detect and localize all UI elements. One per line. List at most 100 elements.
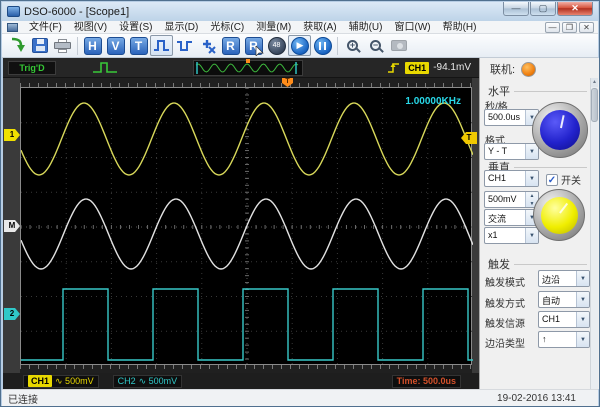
r-tile-icon: R — [221, 36, 240, 55]
trigger-cursor-button[interactable]: T — [127, 35, 150, 56]
play-icon: ▶ — [290, 36, 309, 55]
trigger-mode-select[interactable]: 边沿 ▼ — [538, 270, 590, 287]
menu-help[interactable]: 帮助(H) — [437, 21, 483, 34]
trigger-level-value: -94.1mV — [433, 62, 471, 73]
panel-scrollbar[interactable]: ▲ — [590, 78, 598, 389]
trigger-sweep-label: 触发方式 — [485, 299, 525, 310]
pulse-mode-button[interactable] — [150, 35, 173, 56]
window-title: DSO-6000 - [Scope1] — [24, 5, 130, 18]
utility-button[interactable]: 48 — [265, 35, 288, 56]
ch2-scale-readout: CH2 ∿ 500mV — [112, 374, 183, 388]
ch2-position-marker[interactable]: 2 — [4, 308, 20, 320]
connection-status: 已连接 — [8, 394, 38, 406]
channel-label-bar: CH1 ∿ 500mV CH2 ∿ 500mV Time: 500.0us — [3, 373, 479, 389]
t-tile-icon: T — [129, 36, 148, 55]
scrollbar-thumb[interactable] — [591, 88, 598, 122]
trigger-channel-badge: CH1 — [405, 61, 430, 74]
frequency-readout: 1.00000KHz — [405, 96, 461, 107]
horizontal-position-preview[interactable] — [193, 59, 303, 76]
toolbar: H V T R R 48 ▶ + − — [2, 34, 598, 58]
mdi-close-button[interactable]: ✕ — [579, 21, 594, 33]
math-position-marker[interactable]: M — [4, 220, 20, 232]
probe-select[interactable]: x1 ▼ — [484, 227, 539, 244]
zoom-in-button[interactable]: + — [341, 35, 364, 56]
waveform-grid: 1.00000KHz — [20, 87, 473, 366]
add-multiply-icon — [203, 39, 216, 54]
trigger-sweep-select[interactable]: 自动 ▼ — [538, 291, 590, 308]
menu-window[interactable]: 窗口(W) — [388, 21, 436, 34]
menu-settings[interactable]: 设置(S) — [113, 21, 158, 34]
scrollbar-up-arrow[interactable]: ▲ — [591, 78, 598, 87]
printer-icon — [54, 38, 71, 53]
import-button[interactable] — [5, 35, 28, 56]
scope-display: Trig'D CH1 -94.1mV T 1.00000KHz 1 M 2 T … — [3, 58, 479, 389]
secdiv-select[interactable]: 500.0us ▼ — [484, 109, 539, 126]
utility-circle-icon: 48 — [267, 36, 286, 55]
scope-info-bar: Trig'D CH1 -94.1mV — [3, 58, 479, 78]
pause-button[interactable] — [311, 35, 334, 56]
menu-measure[interactable]: 测量(M) — [250, 21, 297, 34]
trigger-section-title: 触发 — [488, 259, 510, 271]
trigger-mode-label: 触发模式 — [485, 278, 525, 289]
pause-icon — [313, 36, 332, 55]
vertical-knob[interactable] — [533, 189, 585, 241]
ch1-scale-readout: CH1 ∿ 500mV — [23, 374, 99, 388]
close-button[interactable]: ✕ — [557, 2, 593, 16]
edge-type-label: 边沿类型 — [485, 339, 525, 350]
mdi-minimize-button[interactable]: — — [545, 21, 560, 33]
horizontal-section-title: 水平 — [488, 86, 510, 98]
menu-bar: 文件(F) 视图(V) 设置(S) 显示(D) 光标(C) 测量(M) 获取(A… — [2, 21, 598, 34]
channel-select[interactable]: CH1 ▼ — [484, 170, 539, 187]
menu-display[interactable]: 显示(D) — [158, 21, 204, 34]
coupling-select[interactable]: 交流 ▼ — [484, 209, 539, 226]
math-button[interactable] — [196, 35, 219, 56]
zoom-in-icon: + — [347, 40, 358, 51]
toolbar-separator — [337, 36, 338, 55]
menu-utility[interactable]: 辅助(U) — [343, 21, 389, 34]
vertical-cursor-button[interactable]: V — [104, 35, 127, 56]
ch1-position-marker[interactable]: 1 — [4, 129, 20, 141]
edge-type-select[interactable]: ↑ ▼ — [538, 331, 590, 348]
camera-icon — [390, 40, 407, 51]
online-indicator[interactable] — [521, 61, 537, 77]
record-button[interactable]: R — [219, 35, 242, 56]
screenshot-button[interactable] — [387, 35, 410, 56]
pulse2-icon — [177, 41, 192, 51]
control-panel: 联机: 水平 秒/格 500.0us ▼ 格式 Y - T ▼ 垂直 CH1 ▼ ✓ … — [479, 58, 599, 389]
run-button[interactable]: ▶ — [288, 35, 311, 56]
hpos-center-marker — [246, 59, 250, 63]
minimize-button[interactable]: — — [503, 2, 529, 16]
format-select[interactable]: Y - T ▼ — [484, 143, 539, 160]
switch-checkbox[interactable]: ✓ — [546, 173, 558, 186]
v-tile-icon: V — [106, 36, 125, 55]
print-button[interactable] — [51, 35, 74, 56]
playback-button[interactable]: R — [242, 35, 265, 56]
horizontal-cursor-button[interactable]: H — [81, 35, 104, 56]
trigger-edge-icon — [388, 63, 400, 73]
datetime-status: 19-02-2016 13:41 — [497, 392, 576, 404]
horizontal-knob[interactable] — [532, 102, 588, 158]
floppy-icon — [31, 38, 48, 53]
menu-cursor[interactable]: 光标(C) — [204, 21, 250, 34]
pulse-icon — [154, 40, 169, 51]
mdi-restore-button[interactable]: ❐ — [562, 21, 577, 33]
trigger-source-select[interactable]: CH1 ▼ — [538, 311, 590, 328]
trigger-source-label: 触发信源 — [485, 319, 525, 330]
menu-view[interactable]: 视图(V) — [68, 21, 113, 34]
maximize-button[interactable]: ▢ — [530, 2, 556, 16]
zoom-out-button[interactable]: − — [364, 35, 387, 56]
menu-acquire[interactable]: 获取(A) — [297, 21, 342, 34]
r-cursor-tile-icon: R — [244, 36, 264, 56]
save-button[interactable] — [28, 35, 51, 56]
pulse-mode2-button[interactable] — [173, 35, 196, 56]
ch1-badge: CH1 — [28, 375, 53, 387]
menu-file[interactable]: 文件(F) — [23, 21, 68, 34]
timebase-readout: Time: 500.0us — [391, 374, 461, 388]
volts-per-div-spinner[interactable]: 500mV ▲ ▼ — [484, 191, 539, 208]
status-bar: 已连接 19-02-2016 13:41 — [2, 389, 598, 406]
trigger-readout: CH1 -94.1mV — [387, 61, 471, 74]
cursor-arrow-icon — [255, 45, 264, 56]
mdi-document-icon — [7, 22, 18, 32]
trigger-status: Trig'D — [8, 60, 56, 75]
channel-switch[interactable]: ✓ 开关 — [546, 172, 581, 187]
